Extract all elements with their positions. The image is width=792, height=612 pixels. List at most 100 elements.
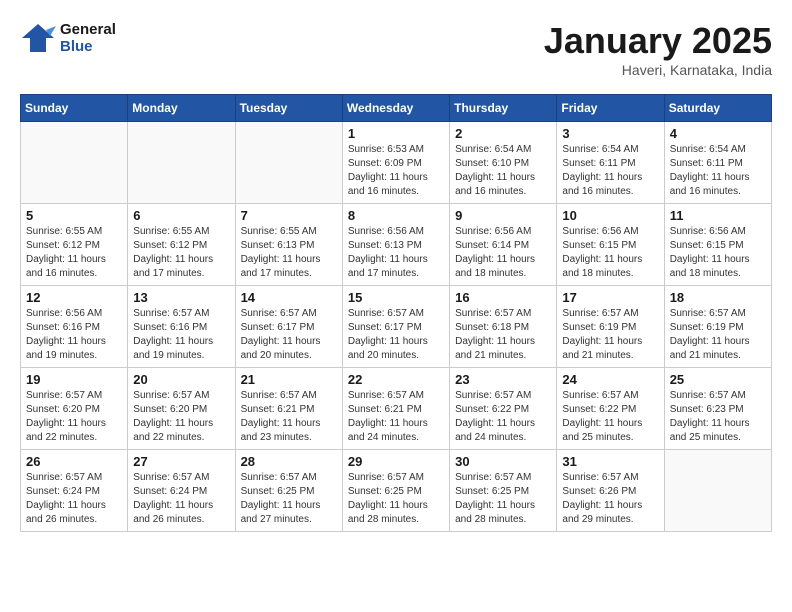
- day-info: Sunrise: 6:55 AMSunset: 6:13 PMDaylight:…: [241, 225, 337, 281]
- header-monday: Monday: [128, 95, 235, 122]
- day-info: Sunrise: 6:56 AMSunset: 6:15 PMDaylight:…: [562, 225, 658, 281]
- day-info: Sunrise: 6:57 AMSunset: 6:26 PMDaylight:…: [562, 471, 658, 527]
- logo-icon: [20, 20, 56, 56]
- header-thursday: Thursday: [450, 95, 557, 122]
- calendar-day-28: 28Sunrise: 6:57 AMSunset: 6:25 PMDayligh…: [235, 450, 342, 532]
- calendar-day-23: 23 Sunrise: 6:57 AMSunset: 6:22 PMDayligh…: [450, 368, 557, 450]
- day-number: 22: [348, 372, 444, 387]
- day-info: Sunrise: 6:57 AMSunset: 6:21 PMDaylight:…: [348, 389, 444, 445]
- day-info: Sunrise: 6:57 AMSunset: 6:25 PMDaylight:…: [348, 471, 444, 527]
- calendar-day-4: 4 Sunrise: 6:54 AMSunset: 6:11 PMDaylight…: [664, 122, 771, 204]
- day-number: 9: [455, 208, 551, 223]
- day-number: 2: [455, 126, 551, 141]
- day-number: 18: [670, 290, 766, 305]
- day-number: 24: [562, 372, 658, 387]
- calendar-day-16: 16 Sunrise: 6:57 AMSunset: 6:18 PMDayligh…: [450, 286, 557, 368]
- calendar-day-24: 24 Sunrise: 6:57 AMSunset: 6:22 PMDayligh…: [557, 368, 664, 450]
- logo-text: General Blue: [60, 21, 116, 55]
- day-info: Sunrise: 6:57 AMSunset: 6:22 PMDaylight:…: [455, 389, 551, 445]
- calendar-week-5: 26 Sunrise: 6:57 AMSunset: 6:24 PMDayligh…: [21, 450, 772, 532]
- calendar-week-1: 1 Sunrise: 6:53 AMSunset: 6:09 PMDaylight…: [21, 122, 772, 204]
- day-number: 4: [670, 126, 766, 141]
- header-tuesday: Tuesday: [235, 95, 342, 122]
- day-info: Sunrise: 6:57 AMSunset: 6:23 PMDaylight:…: [670, 389, 766, 445]
- calendar-day-21: 21 Sunrise: 6:57 AMSunset: 6:21 PMDayligh…: [235, 368, 342, 450]
- calendar-day-27: 27Sunrise: 6:57 AMSunset: 6:24 PMDayligh…: [128, 450, 235, 532]
- day-number: 23: [455, 372, 551, 387]
- calendar-day-14: 14 Sunrise: 6:57 AMSunset: 6:17 PMDayligh…: [235, 286, 342, 368]
- calendar-day-empty: [128, 122, 235, 204]
- day-info: Sunrise: 6:54 AMSunset: 6:11 PMDaylight:…: [670, 143, 766, 199]
- day-info: Sunrise: 6:57 AMSunset: 6:20 PMDaylight:…: [26, 389, 122, 445]
- day-info: Sunrise: 6:57 AMSunset: 6:21 PMDaylight:…: [241, 389, 337, 445]
- day-number: 1: [348, 126, 444, 141]
- calendar-week-4: 19 Sunrise: 6:57 AMSunset: 6:20 PMDayligh…: [21, 368, 772, 450]
- day-info: Sunrise: 6:55 AMSunset: 6:12 PMDaylight:…: [133, 225, 229, 281]
- day-number: 27: [133, 454, 229, 469]
- calendar-day-13: 13 Sunrise: 6:57 AMSunset: 6:16 PMDayligh…: [128, 286, 235, 368]
- day-number: 12: [26, 290, 122, 305]
- calendar-day-empty: [664, 450, 771, 532]
- calendar-day-9: 9 Sunrise: 6:56 AMSunset: 6:14 PMDaylight…: [450, 204, 557, 286]
- calendar-day-29: 29 Sunrise: 6:57 AMSunset: 6:25 PMDayligh…: [342, 450, 449, 532]
- day-info: Sunrise: 6:56 AMSunset: 6:16 PMDaylight:…: [26, 307, 122, 363]
- day-number: 7: [241, 208, 337, 223]
- day-number: 19: [26, 372, 122, 387]
- day-number: 14: [241, 290, 337, 305]
- calendar-day-25: 25 Sunrise: 6:57 AMSunset: 6:23 PMDayligh…: [664, 368, 771, 450]
- calendar-day-empty: [235, 122, 342, 204]
- header-saturday: Saturday: [664, 95, 771, 122]
- header-sunday: Sunday: [21, 95, 128, 122]
- day-info: Sunrise: 6:57 AMSunset: 6:22 PMDaylight:…: [562, 389, 658, 445]
- day-number: 26: [26, 454, 122, 469]
- calendar-day-17: 17 Sunrise: 6:57 AMSunset: 6:19 PMDayligh…: [557, 286, 664, 368]
- day-info: Sunrise: 6:57 AMSunset: 6:20 PMDaylight:…: [133, 389, 229, 445]
- calendar-week-3: 12 Sunrise: 6:56 AMSunset: 6:16 PMDayligh…: [21, 286, 772, 368]
- day-number: 6: [133, 208, 229, 223]
- day-info: Sunrise: 6:56 AMSunset: 6:15 PMDaylight:…: [670, 225, 766, 281]
- day-number: 17: [562, 290, 658, 305]
- day-number: 29: [348, 454, 444, 469]
- calendar-day-22: 22 Sunrise: 6:57 AMSunset: 6:21 PMDayligh…: [342, 368, 449, 450]
- calendar-day-5: 5Sunrise: 6:55 AMSunset: 6:12 PMDaylight…: [21, 204, 128, 286]
- day-info: Sunrise: 6:57 AMSunset: 6:17 PMDaylight:…: [348, 307, 444, 363]
- logo: General Blue: [20, 20, 116, 56]
- day-number: 20: [133, 372, 229, 387]
- day-number: 8: [348, 208, 444, 223]
- calendar-day-30: 30 Sunrise: 6:57 AMSunset: 6:25 PMDayligh…: [450, 450, 557, 532]
- day-info: Sunrise: 6:57 AMSunset: 6:18 PMDaylight:…: [455, 307, 551, 363]
- day-number: 28: [241, 454, 337, 469]
- day-info: Sunrise: 6:57 AMSunset: 6:25 PMDaylight:…: [455, 471, 551, 527]
- day-info: Sunrise: 6:57 AMSunset: 6:19 PMDaylight:…: [562, 307, 658, 363]
- day-number: 30: [455, 454, 551, 469]
- page-header: General Blue January 2025 Haveri, Karnat…: [20, 20, 772, 78]
- day-number: 13: [133, 290, 229, 305]
- subtitle: Haveri, Karnataka, India: [544, 62, 772, 78]
- day-info: Sunrise: 6:56 AMSunset: 6:13 PMDaylight:…: [348, 225, 444, 281]
- day-number: 21: [241, 372, 337, 387]
- calendar-table: SundayMondayTuesdayWednesdayThursdayFrid…: [20, 94, 772, 532]
- day-info: Sunrise: 6:57 AMSunset: 6:24 PMDaylight:…: [26, 471, 122, 527]
- day-info: Sunrise: 6:57 AMSunset: 6:17 PMDaylight:…: [241, 307, 337, 363]
- day-number: 11: [670, 208, 766, 223]
- calendar-week-2: 5Sunrise: 6:55 AMSunset: 6:12 PMDaylight…: [21, 204, 772, 286]
- day-info: Sunrise: 6:54 AMSunset: 6:11 PMDaylight:…: [562, 143, 658, 199]
- day-number: 3: [562, 126, 658, 141]
- day-number: 16: [455, 290, 551, 305]
- calendar-day-10: 10 Sunrise: 6:56 AMSunset: 6:15 PMDayligh…: [557, 204, 664, 286]
- calendar-day-11: 11 Sunrise: 6:56 AMSunset: 6:15 PMDayligh…: [664, 204, 771, 286]
- day-info: Sunrise: 6:57 AMSunset: 6:19 PMDaylight:…: [670, 307, 766, 363]
- calendar-day-empty: [21, 122, 128, 204]
- calendar-day-1: 1 Sunrise: 6:53 AMSunset: 6:09 PMDaylight…: [342, 122, 449, 204]
- month-title: January 2025: [544, 20, 772, 62]
- day-info: Sunrise: 6:53 AMSunset: 6:09 PMDaylight:…: [348, 143, 444, 199]
- calendar-header-row: SundayMondayTuesdayWednesdayThursdayFrid…: [21, 95, 772, 122]
- day-info: Sunrise: 6:57 AMSunset: 6:16 PMDaylight:…: [133, 307, 229, 363]
- calendar-day-3: 3 Sunrise: 6:54 AMSunset: 6:11 PMDaylight…: [557, 122, 664, 204]
- day-number: 10: [562, 208, 658, 223]
- header-wednesday: Wednesday: [342, 95, 449, 122]
- header-friday: Friday: [557, 95, 664, 122]
- day-info: Sunrise: 6:56 AMSunset: 6:14 PMDaylight:…: [455, 225, 551, 281]
- day-number: 15: [348, 290, 444, 305]
- day-number: 25: [670, 372, 766, 387]
